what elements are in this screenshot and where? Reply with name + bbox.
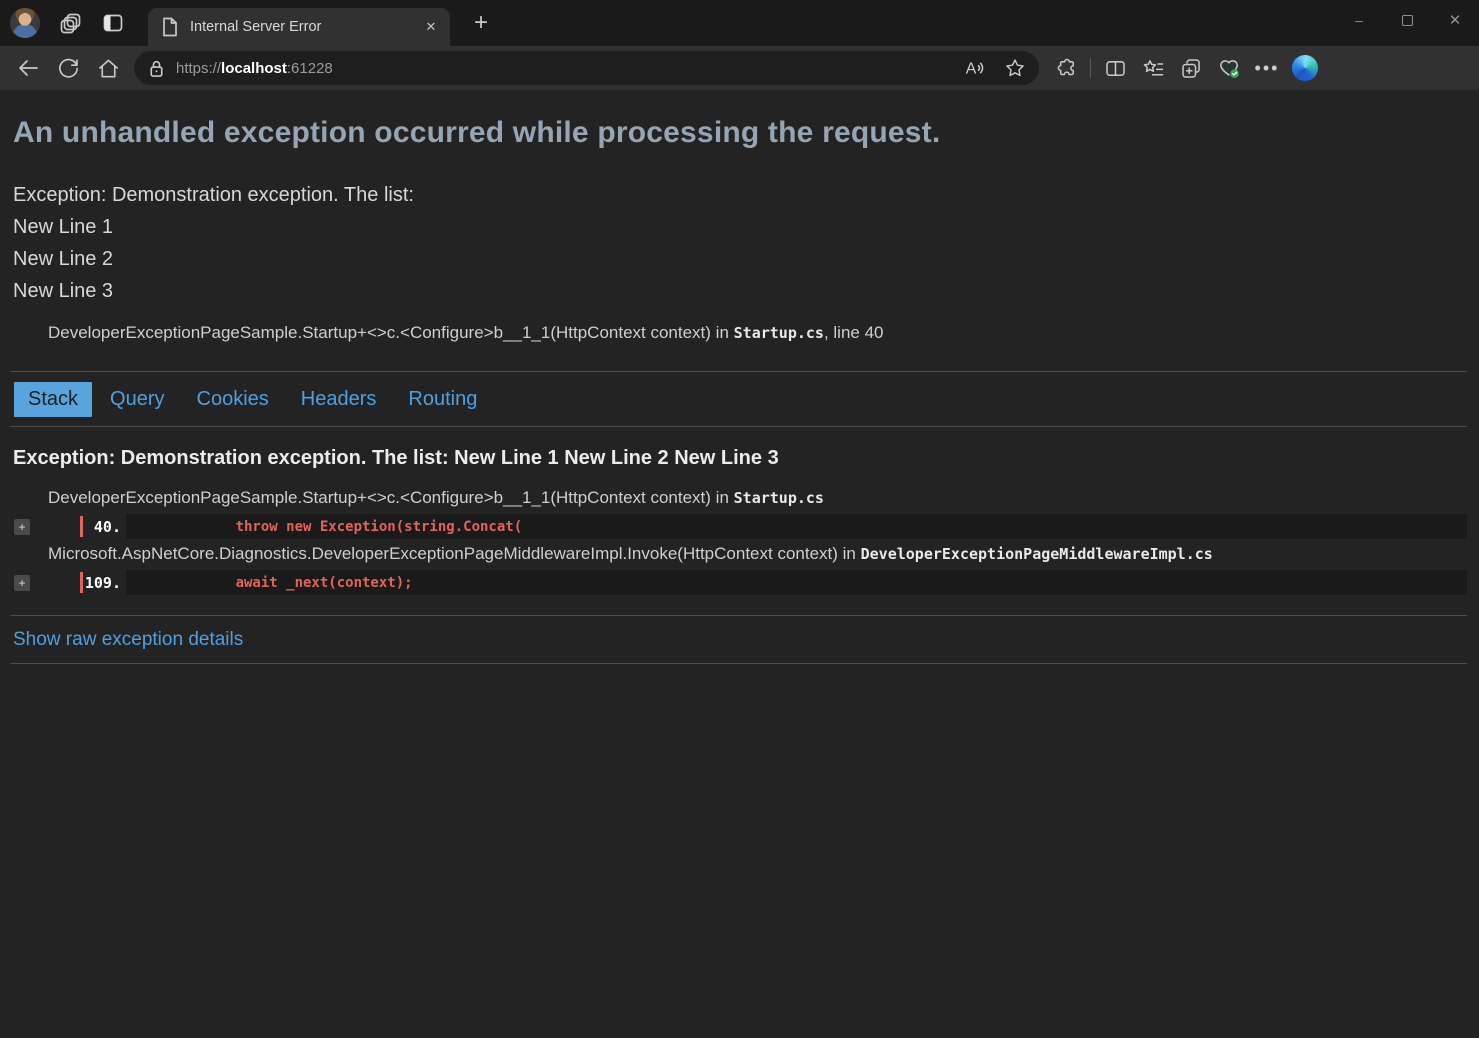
- divider: [10, 615, 1467, 616]
- split-screen-icon[interactable]: [1096, 51, 1134, 85]
- line-number: 109.: [83, 574, 126, 592]
- extensions-icon[interactable]: [1047, 51, 1085, 85]
- close-window-button[interactable]: ✕: [1431, 0, 1479, 40]
- browser-window: Internal Server Error ✕ + – ✕: [0, 0, 1479, 1038]
- browser-toolbar: https://localhost:61228 A: [0, 46, 1479, 90]
- exception-line: New Line 3: [13, 275, 1467, 307]
- workspaces-icon[interactable]: [50, 6, 92, 40]
- top-stack-frame: DeveloperExceptionPageSample.Startup+<>c…: [0, 323, 1479, 343]
- new-tab-button[interactable]: +: [464, 6, 498, 40]
- tab-stack[interactable]: Stack: [14, 382, 92, 417]
- tab-title: Internal Server Error: [190, 19, 420, 35]
- collections-icon[interactable]: [1134, 51, 1172, 85]
- url-host: localhost: [221, 60, 287, 77]
- tab-headers[interactable]: Headers: [287, 382, 391, 417]
- tab-query[interactable]: Query: [96, 382, 178, 417]
- line-number: 40.: [83, 518, 126, 536]
- detail-tabs: Stack Query Cookies Headers Routing: [0, 372, 1479, 426]
- page-title: An unhandled exception occurred while pr…: [13, 116, 1467, 150]
- svg-text:A: A: [966, 61, 977, 78]
- source-code-line: throw new Exception(string.Concat(: [126, 514, 1467, 539]
- error-page: An unhandled exception occurred while pr…: [0, 90, 1479, 1038]
- exception-message: Exception: Demonstration exception. The …: [13, 179, 1467, 211]
- stack-frame-code-row: + 109. await _next(context);: [0, 570, 1479, 595]
- back-button[interactable]: [8, 51, 48, 85]
- read-aloud-icon[interactable]: A: [955, 53, 995, 83]
- site-lock-icon[interactable]: [147, 58, 166, 79]
- source-code-line: await _next(context);: [126, 570, 1467, 595]
- tab-close-icon[interactable]: ✕: [420, 16, 442, 38]
- expand-context-button[interactable]: +: [14, 575, 30, 591]
- tab-routing[interactable]: Routing: [394, 382, 491, 417]
- source-file-name: DeveloperExceptionPageMiddlewareImpl.cs: [861, 545, 1213, 563]
- home-button[interactable]: [88, 51, 128, 85]
- window-controls: – ✕: [1335, 0, 1479, 40]
- add-tab-to-collection-icon[interactable]: [1172, 51, 1210, 85]
- stack-frame-code-row: + 40. throw new Exception(string.Concat(: [0, 514, 1479, 539]
- stack-frame-header: Microsoft.AspNetCore.Diagnostics.Develop…: [0, 544, 1479, 569]
- refresh-button[interactable]: [48, 51, 88, 85]
- more-options-icon[interactable]: •••: [1248, 51, 1286, 85]
- maximize-button[interactable]: [1383, 0, 1431, 40]
- stack-section-title: Exception: Demonstration exception. The …: [13, 447, 1466, 470]
- stack-frame-header: DeveloperExceptionPageSample.Startup+<>c…: [0, 488, 1479, 513]
- address-bar[interactable]: https://localhost:61228 A: [134, 51, 1039, 85]
- exception-line: New Line 2: [13, 243, 1467, 275]
- url-port: :61228: [287, 60, 333, 77]
- tab-strip: Internal Server Error ✕ + – ✕: [0, 0, 1479, 46]
- favorites-star-icon[interactable]: [995, 53, 1035, 83]
- divider: [10, 663, 1467, 664]
- toolbar-icon-cluster: •••: [1047, 51, 1324, 85]
- page-favicon-icon: [160, 16, 180, 38]
- url-scheme: https://: [176, 60, 221, 77]
- toolbar-divider: [1090, 58, 1091, 78]
- divider: [10, 426, 1467, 427]
- maximize-icon: [1402, 15, 1413, 26]
- source-file-name: Startup.cs: [734, 489, 824, 507]
- show-raw-exception-link[interactable]: Show raw exception details: [13, 629, 243, 651]
- browser-essentials-icon[interactable]: [1210, 51, 1248, 85]
- copilot-icon[interactable]: [1286, 51, 1324, 85]
- minimize-button[interactable]: –: [1335, 0, 1383, 40]
- exception-summary: Exception: Demonstration exception. The …: [13, 179, 1467, 307]
- source-file-name: Startup.cs: [734, 324, 824, 342]
- url-text: https://localhost:61228: [176, 60, 955, 77]
- profile-avatar[interactable]: [10, 8, 40, 38]
- expand-context-button[interactable]: +: [14, 519, 30, 535]
- exception-line: New Line 1: [13, 211, 1467, 243]
- tab-actions-icon[interactable]: [92, 6, 134, 40]
- browser-tab[interactable]: Internal Server Error ✕: [148, 8, 450, 46]
- tab-cookies[interactable]: Cookies: [183, 382, 283, 417]
